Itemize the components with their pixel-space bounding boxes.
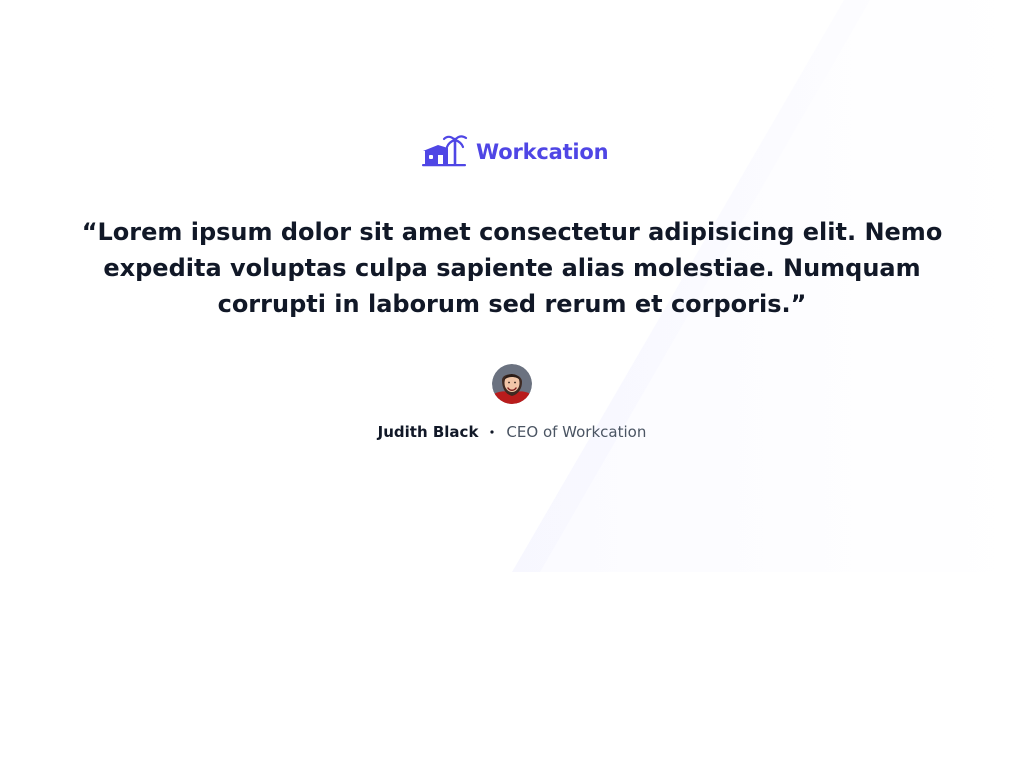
author-role: CEO of Workcation xyxy=(506,423,647,441)
author-name: Judith Black xyxy=(377,423,479,441)
testimonial-attribution: Judith Black CEO of Workcation xyxy=(0,422,1024,442)
brand-name: Workcation xyxy=(476,139,609,164)
testimonial-quote: “Lorem ipsum dolor sit amet consectetur … xyxy=(81,218,943,318)
workcation-logo-icon xyxy=(422,135,468,167)
separator-dot-icon xyxy=(490,430,495,434)
author-avatar xyxy=(492,364,532,404)
testimonial-page: Workcation “Lorem ipsum dolor sit amet c… xyxy=(0,0,1024,768)
brand-logo: Workcation xyxy=(420,134,609,170)
